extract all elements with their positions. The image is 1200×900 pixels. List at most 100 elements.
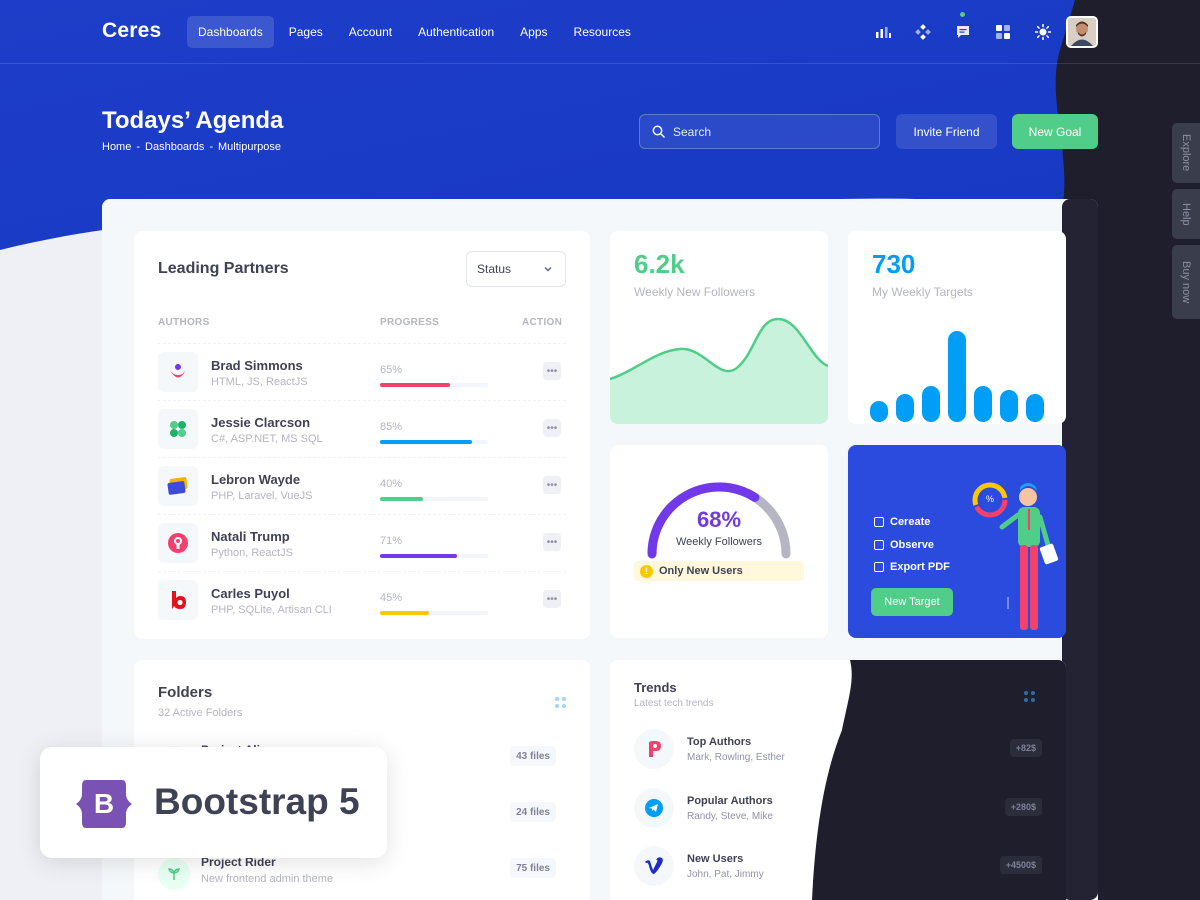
partner-name[interactable]: Natali Trump	[211, 529, 290, 544]
partner-row: Lebron Wayde PHP, Laravel, VueJS 40% •••	[158, 457, 566, 514]
followers-area-chart	[610, 317, 828, 424]
new-goal-button[interactable]: New Goal	[1012, 114, 1098, 149]
followers-count: 6.2k	[634, 249, 685, 279]
row-action-button[interactable]: •••	[543, 476, 561, 494]
menu-item-resources[interactable]: Resources	[563, 16, 642, 48]
side-tab-help[interactable]: Help	[1172, 189, 1200, 239]
partner-name[interactable]: Brad Simmons	[211, 358, 303, 373]
theme-sun-icon[interactable]	[1030, 16, 1056, 48]
status-select[interactable]: Status	[466, 251, 566, 287]
folder-file-count: 43 files	[510, 746, 556, 766]
new-target-button[interactable]: New Target	[871, 588, 953, 616]
row-action-button[interactable]: •••	[543, 419, 561, 437]
action-create[interactable]: Cereate	[874, 516, 930, 528]
progress-percent: 40%	[380, 478, 403, 490]
menu-item-dashboards[interactable]: Dashboards	[187, 16, 274, 48]
navbar-toolbar	[870, 12, 1056, 48]
leading-partners-title: Leading Partners	[158, 260, 289, 277]
dashboard-layout-icon[interactable]	[990, 16, 1016, 48]
only-new-users-note: ! Only New Users	[634, 561, 804, 581]
trend-value-badge: +82$	[1009, 739, 1042, 757]
user-avatar[interactable]	[1066, 16, 1098, 48]
partner-row: Brad Simmons HTML, JS, ReactJS 65% •••	[158, 343, 566, 400]
partner-row: Carles Puyol PHP, SQLite, Artisan CLI 45…	[158, 571, 566, 628]
app-logo[interactable]: Ceres	[102, 19, 161, 43]
create-actions-card: Cereate Observe Export PDF New Target %	[848, 445, 1066, 638]
bar-chart-icon[interactable]	[870, 16, 896, 48]
checkbox-icon	[874, 540, 884, 550]
trends-menu-icon[interactable]	[1024, 691, 1035, 702]
folders-title: Folders	[158, 684, 213, 701]
progress-bar	[380, 497, 488, 501]
progress-bar	[380, 554, 488, 558]
breadcrumb-current: Multipurpose	[218, 141, 281, 153]
column-header-action: ACTION	[522, 317, 563, 328]
row-action-button[interactable]: •••	[543, 362, 561, 380]
invite-friend-button[interactable]: Invite Friend	[896, 114, 997, 149]
action-observe[interactable]: Observe	[874, 539, 934, 551]
trend-value-badge: +280$	[1004, 798, 1042, 816]
partner-name[interactable]: Carles Puyol	[211, 586, 290, 601]
search-input[interactable]	[673, 124, 863, 139]
folders-menu-icon[interactable]	[555, 697, 566, 708]
row-action-button[interactable]: •••	[543, 533, 561, 551]
progress-fill	[380, 497, 424, 501]
trend-name: Top Authors	[687, 736, 752, 748]
bootstrap-badge: B Bootstrap 5	[40, 747, 387, 858]
progress-bar	[380, 383, 488, 387]
breadcrumb-dashboards[interactable]: Dashboards	[145, 141, 204, 153]
weekly-targets-card: 730 My Weekly Targets	[848, 231, 1066, 424]
row-action-button[interactable]: •••	[543, 590, 561, 608]
action-export-pdf[interactable]: Export PDF	[874, 561, 950, 573]
chevron-down-icon	[544, 267, 552, 272]
apps-grid-icon[interactable]	[910, 16, 936, 48]
partner-skills: HTML, JS, ReactJS	[211, 376, 308, 388]
only-new-users-text: Only New Users	[659, 565, 743, 577]
trend-row[interactable]: Popular Authors Randy, Steve, Mike +280$	[634, 788, 1054, 838]
folder-row[interactable]: Project Rider New frontend admin theme 7…	[158, 852, 566, 900]
side-tab-buy-now[interactable]: Buy now	[1172, 245, 1200, 319]
checkbox-icon	[874, 562, 884, 572]
progress-fill	[380, 383, 451, 387]
trend-row[interactable]: New Users John, Pat, Jimmy +4500$	[634, 846, 1054, 896]
menu-item-account[interactable]: Account	[338, 16, 403, 48]
trends-title: Trends	[634, 680, 677, 695]
menu-item-apps[interactable]: Apps	[509, 16, 558, 48]
bootstrap-logo-letter: B	[93, 788, 115, 819]
checkbox-icon	[874, 517, 884, 527]
targets-bar-chart	[870, 331, 1044, 422]
trends-subtitle: Latest tech trends	[634, 698, 714, 709]
menu-item-authentication[interactable]: Authentication	[407, 16, 505, 48]
partner-name[interactable]: Lebron Wayde	[211, 472, 300, 487]
vimeo-icon	[634, 846, 674, 886]
partner-row: Natali Trump Python, ReactJS 71% •••	[158, 514, 566, 571]
progress-fill	[380, 440, 472, 444]
followers-label: Weekly New Followers	[634, 285, 756, 299]
action-export-label: Export PDF	[890, 561, 950, 573]
partner-name[interactable]: Jessie Clarcson	[211, 415, 310, 430]
trends-card: Trends Latest tech trends Top Authors Ma…	[610, 660, 1066, 900]
bootstrap-badge-text: Bootstrap 5	[154, 781, 360, 822]
search-box	[639, 114, 880, 149]
partner-logo-icon	[158, 580, 198, 620]
breadcrumb-separator: -	[136, 141, 141, 153]
trend-row[interactable]: Top Authors Mark, Rowling, Esther +82$	[634, 729, 1054, 779]
trend-description: Mark, Rowling, Esther	[687, 752, 785, 763]
partner-logo-icon	[158, 523, 198, 563]
partner-logo-icon	[158, 409, 198, 449]
folder-description: New frontend admin theme	[201, 873, 334, 885]
progress-percent: 85%	[380, 421, 403, 433]
trend-description: Randy, Steve, Mike	[687, 811, 773, 822]
chat-icon[interactable]	[950, 12, 976, 48]
trend-name: New Users	[687, 853, 744, 865]
menu-item-pages[interactable]: Pages	[278, 16, 334, 48]
side-tab-explore[interactable]: Explore	[1172, 123, 1200, 183]
weekly-followers-card: 6.2k Weekly New Followers	[610, 231, 828, 424]
breadcrumb-home[interactable]: Home	[102, 141, 131, 153]
progress-percent: 45%	[380, 592, 403, 604]
gauge-label: Weekly Followers	[676, 536, 762, 548]
top-authors-icon	[634, 729, 674, 769]
trend-description: John, Pat, Jimmy	[687, 869, 764, 880]
folders-subtitle: 32 Active Folders	[158, 707, 243, 719]
progress-percent: 65%	[380, 364, 403, 376]
